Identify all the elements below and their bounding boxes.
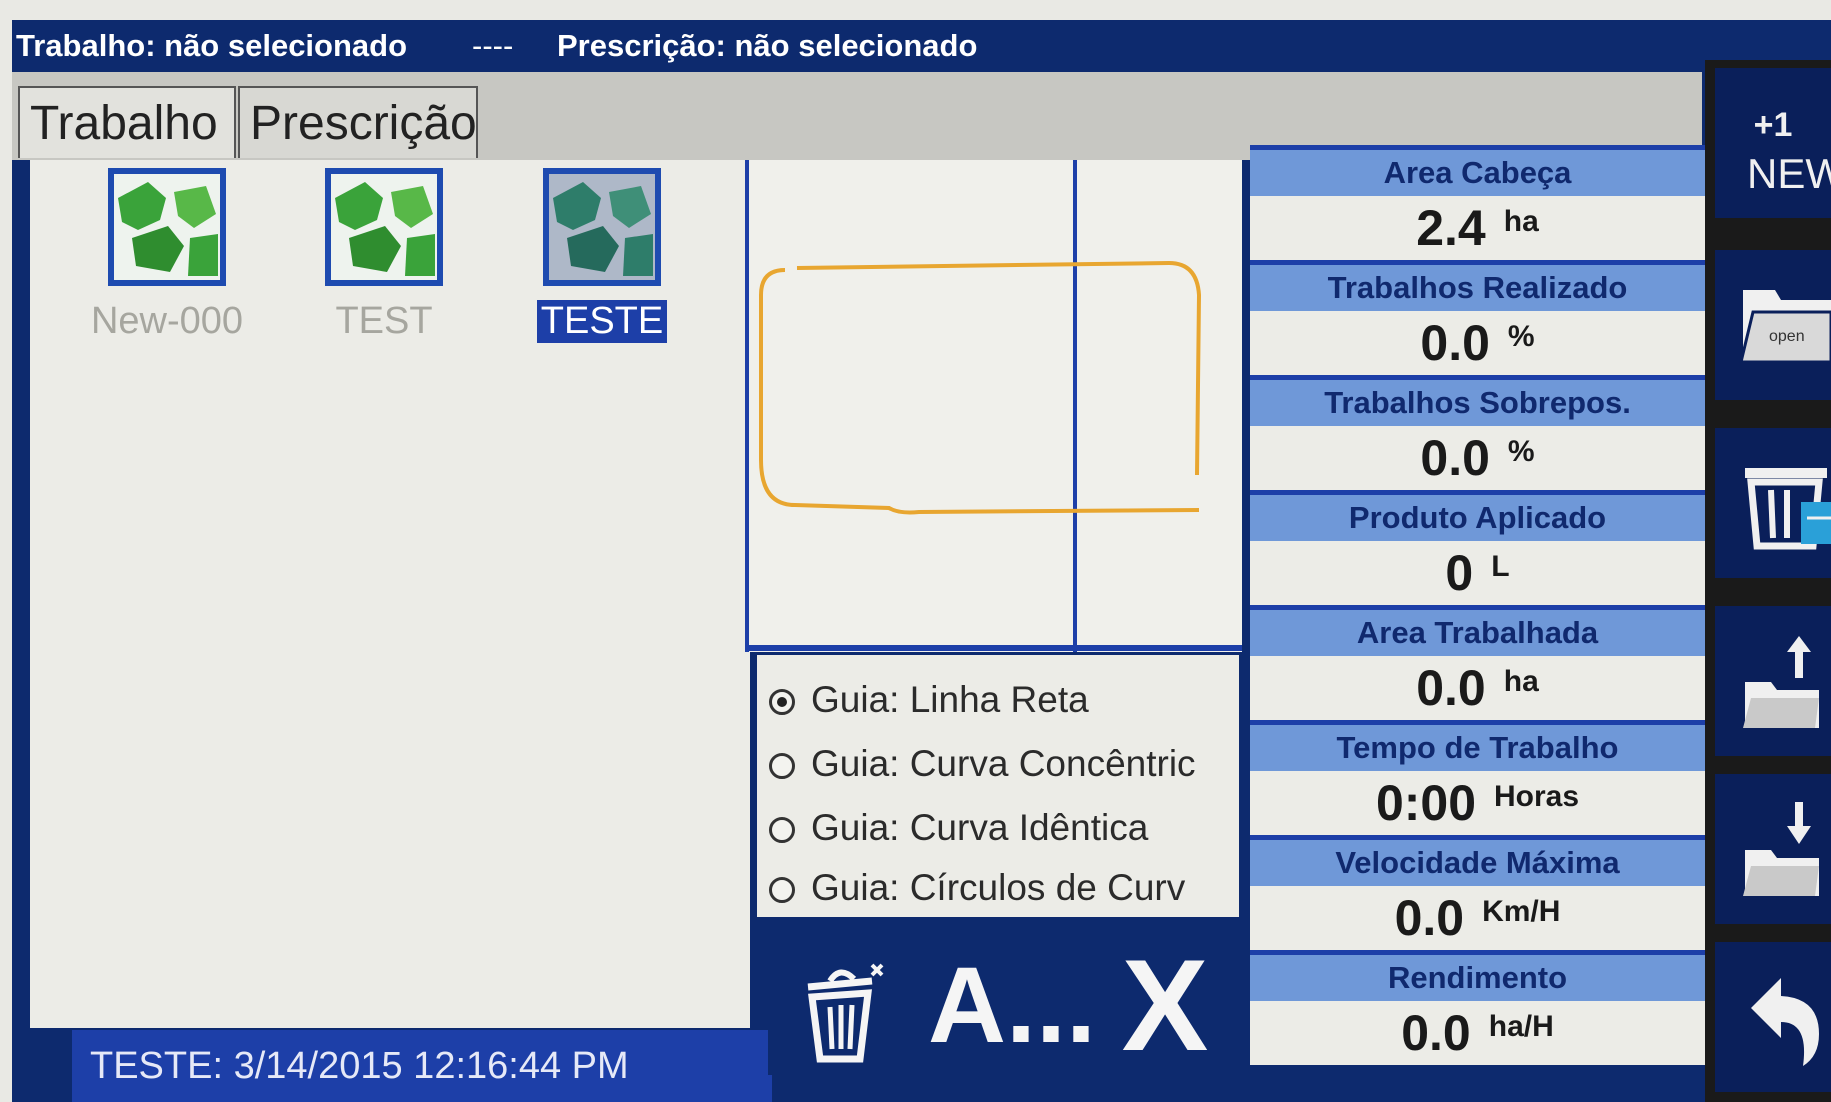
job-name: TESTE <box>536 300 668 343</box>
radio-selected-icon <box>769 689 795 716</box>
open-folder-icon <box>1739 290 1831 364</box>
open-label: open <box>1769 328 1805 345</box>
stat-value-row: 2.4 ha <box>1250 196 1705 260</box>
back-button[interactable] <box>1715 942 1831 1092</box>
stat-tempo-de-trabalho: Tempo de Trabalho 0:00 Horas <box>1250 720 1705 835</box>
job-item-teste[interactable]: TESTE <box>502 168 702 343</box>
guide-option-linha-reta[interactable]: Guia: Linha Reta <box>769 671 1089 729</box>
job-status: Trabalho: não selecionado <box>16 28 408 63</box>
stat-unit: Km/H <box>1482 895 1561 928</box>
new-count: +1 <box>1753 106 1793 144</box>
job-item-new-000[interactable]: New-000 <box>67 168 267 343</box>
prescription-status: Prescrição: não selecionado <box>557 28 978 63</box>
stat-unit: % <box>1507 435 1535 468</box>
stat-unit: % <box>1507 320 1535 353</box>
field-preview-map[interactable] <box>745 160 1242 652</box>
rename-job-button[interactable]: A... <box>928 935 1096 1075</box>
right-toolbar: +1 NEW open <box>1705 60 1831 1102</box>
field-map-icon <box>108 168 226 286</box>
stat-trabalhos-realizado: Trabalhos Realizado 0.0% <box>1250 260 1705 375</box>
stat-label: Velocidade Máxima <box>1250 835 1705 886</box>
stat-value-row: 0.0 ha <box>1250 656 1705 720</box>
stat-unit: ha/H <box>1488 1010 1554 1043</box>
stat-trabalhos-sobrepos: Trabalhos Sobrepos. 0.0% <box>1250 375 1705 490</box>
stat-value: 0.0 <box>1394 890 1465 946</box>
radio-icon <box>769 877 795 904</box>
stat-label: Area Cabeça <box>1250 145 1705 196</box>
trash-icon <box>807 963 884 1063</box>
trash-icon <box>1745 468 1831 550</box>
stat-value-row: 0.0 ha/H <box>1250 1001 1705 1065</box>
title-separator: ---- <box>472 28 514 63</box>
new-job-button[interactable]: +1 NEW <box>1715 68 1831 218</box>
guide-option-circulos[interactable]: Guia: Círculos de Curv <box>769 859 1185 917</box>
stat-unit: L <box>1491 550 1510 583</box>
stat-value: 0.0 <box>1416 660 1486 716</box>
stat-value-row: 0.0% <box>1250 311 1705 375</box>
stat-value: 0:00 <box>1375 775 1477 831</box>
guide-option-curva-identica[interactable]: Guia: Curva Idêntica <box>769 799 1148 857</box>
stat-value: 0.0 <box>1401 1005 1471 1061</box>
back-arrow-icon <box>1751 978 1819 1066</box>
stat-value: 0.0 <box>1420 430 1490 486</box>
upload-button[interactable] <box>1715 606 1831 756</box>
job-statistics-panel: Area Cabeça 2.4 ha Trabalhos Realizado 0.… <box>1250 145 1705 1065</box>
stat-unit: ha <box>1503 665 1539 698</box>
stat-area-trabalhada: Area Trabalhada 0.0 ha <box>1250 605 1705 720</box>
title-bar: Trabalho: não selecionado ---- Prescriçã… <box>12 20 1712 72</box>
stat-value-row: 0:00 Horas <box>1250 771 1705 835</box>
stat-value-row: 0.0 Km/H <box>1250 886 1705 950</box>
stat-value-row: 0.0% <box>1250 426 1705 490</box>
field-map-icon <box>543 168 661 286</box>
stat-label: Trabalhos Sobrepos. <box>1250 375 1705 426</box>
stat-label: Area Trabalhada <box>1250 605 1705 656</box>
stat-label: Trabalhos Realizado <box>1250 260 1705 311</box>
stat-produto-aplicado: Produto Aplicado 0L <box>1250 490 1705 605</box>
stat-value: 0.0 <box>1420 315 1490 371</box>
job-name: TEST <box>335 300 433 342</box>
stat-label: Tempo de Trabalho <box>1250 720 1705 771</box>
radio-icon <box>769 753 795 780</box>
folder-upload-icon <box>1743 636 1819 728</box>
job-name: New-000 <box>90 300 244 342</box>
job-list: New-000 TEST TESTE <box>30 160 750 1028</box>
stat-velocidade-maxima: Velocidade Máxima 0.0 Km/H <box>1250 835 1705 950</box>
stat-rendimento: Rendimento 0.0 ha/H <box>1250 950 1705 1065</box>
guidance-mode-group: Guia: Linha Reta Guia: Curva Concêntric … <box>757 655 1239 917</box>
stat-label: Rendimento <box>1250 950 1705 1001</box>
tab-prescricao[interactable]: Prescrição <box>238 86 478 158</box>
stat-label: Produto Aplicado <box>1250 490 1705 541</box>
download-button[interactable] <box>1715 774 1831 924</box>
guide-option-curva-concentrica[interactable]: Guia: Curva Concêntric <box>769 735 1196 793</box>
field-map-icon <box>325 168 443 286</box>
new-label: NEW <box>1747 150 1831 197</box>
tab-trabalho[interactable]: Trabalho <box>18 86 236 158</box>
field-boundary <box>759 260 1202 515</box>
delete-job-button[interactable] <box>768 935 911 1075</box>
stat-value: 2.4 <box>1416 200 1486 256</box>
radio-icon <box>769 817 795 844</box>
close-button[interactable]: X <box>1090 935 1240 1075</box>
stat-area-cabeca: Area Cabeça 2.4 ha <box>1250 145 1705 260</box>
stat-unit: ha <box>1503 205 1539 238</box>
job-item-test[interactable]: TEST <box>284 168 484 343</box>
job-info-status: TESTE: 3/14/2015 12:16:44 PM <box>72 1030 772 1102</box>
folder-download-icon <box>1743 802 1819 896</box>
stat-unit: Horas <box>1494 780 1580 813</box>
open-job-button[interactable]: open <box>1715 250 1831 400</box>
stat-value-row: 0L <box>1250 541 1705 605</box>
stat-value: 0 <box>1445 545 1474 601</box>
delete-file-button[interactable] <box>1715 428 1831 578</box>
